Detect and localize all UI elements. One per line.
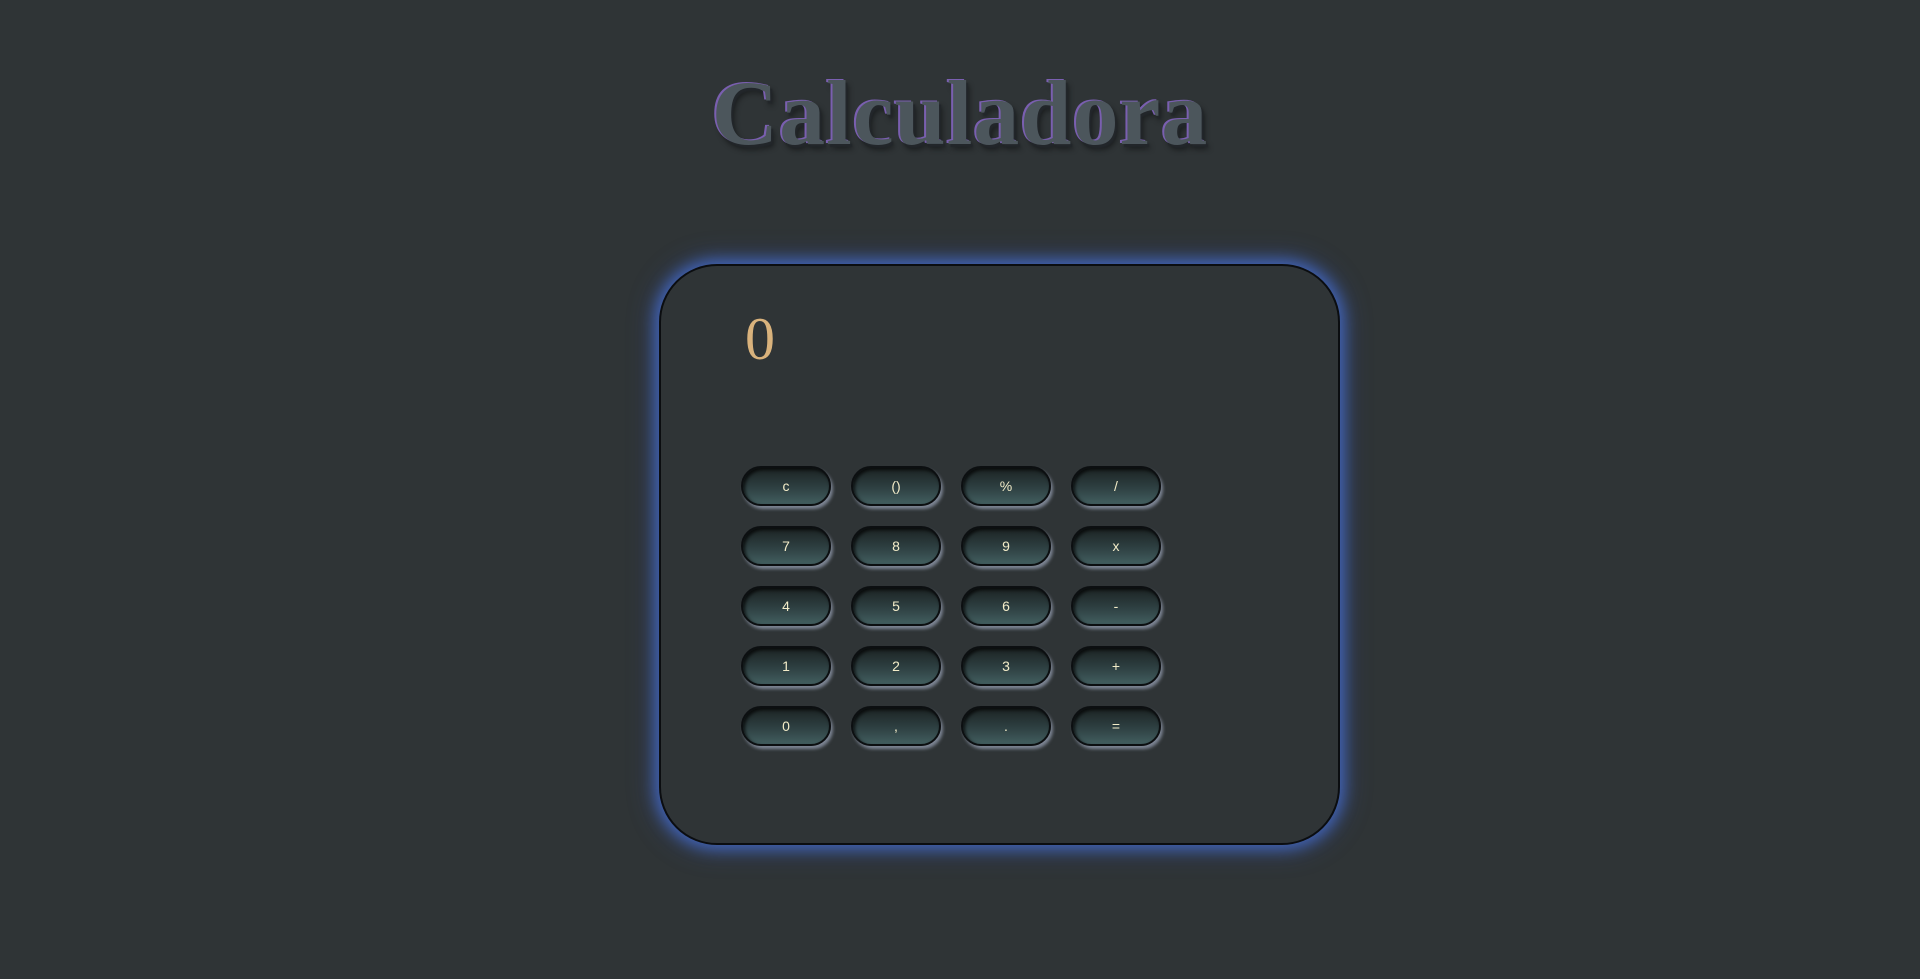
digit-5-button[interactable]: 5 [851,586,941,626]
digit-6-button[interactable]: 6 [961,586,1051,626]
digit-8-button[interactable]: 8 [851,526,941,566]
digit-0-button[interactable]: 0 [741,706,831,746]
digit-3-button[interactable]: 3 [961,646,1051,686]
calculator-display: 0 [745,306,775,372]
keypad: c ()% / 7 8 9 x 4 5 6- 1 2 3 +0,. = [741,466,1181,746]
equals-button[interactable]: = [1071,706,1161,746]
subtract-button[interactable]: - [1071,586,1161,626]
percent-button[interactable]: % [961,466,1051,506]
digit-7-button[interactable]: 7 [741,526,831,566]
comma-button[interactable]: , [851,706,941,746]
add-button[interactable]: + [1071,646,1161,686]
parentheses-button[interactable]: () [851,466,941,506]
divide-button[interactable]: / [1071,466,1161,506]
page-title: Calculadora [711,62,1209,164]
digit-4-button[interactable]: 4 [741,586,831,626]
clear-button[interactable]: c [741,466,831,506]
multiply-button[interactable]: x [1071,526,1161,566]
digit-9-button[interactable]: 9 [961,526,1051,566]
decimal-point-button[interactable]: . [961,706,1051,746]
digit-2-button[interactable]: 2 [851,646,941,686]
calculator-panel: 0 c ()% / 7 8 9 x 4 5 6- 1 2 3 +0,. = [659,264,1340,845]
digit-1-button[interactable]: 1 [741,646,831,686]
